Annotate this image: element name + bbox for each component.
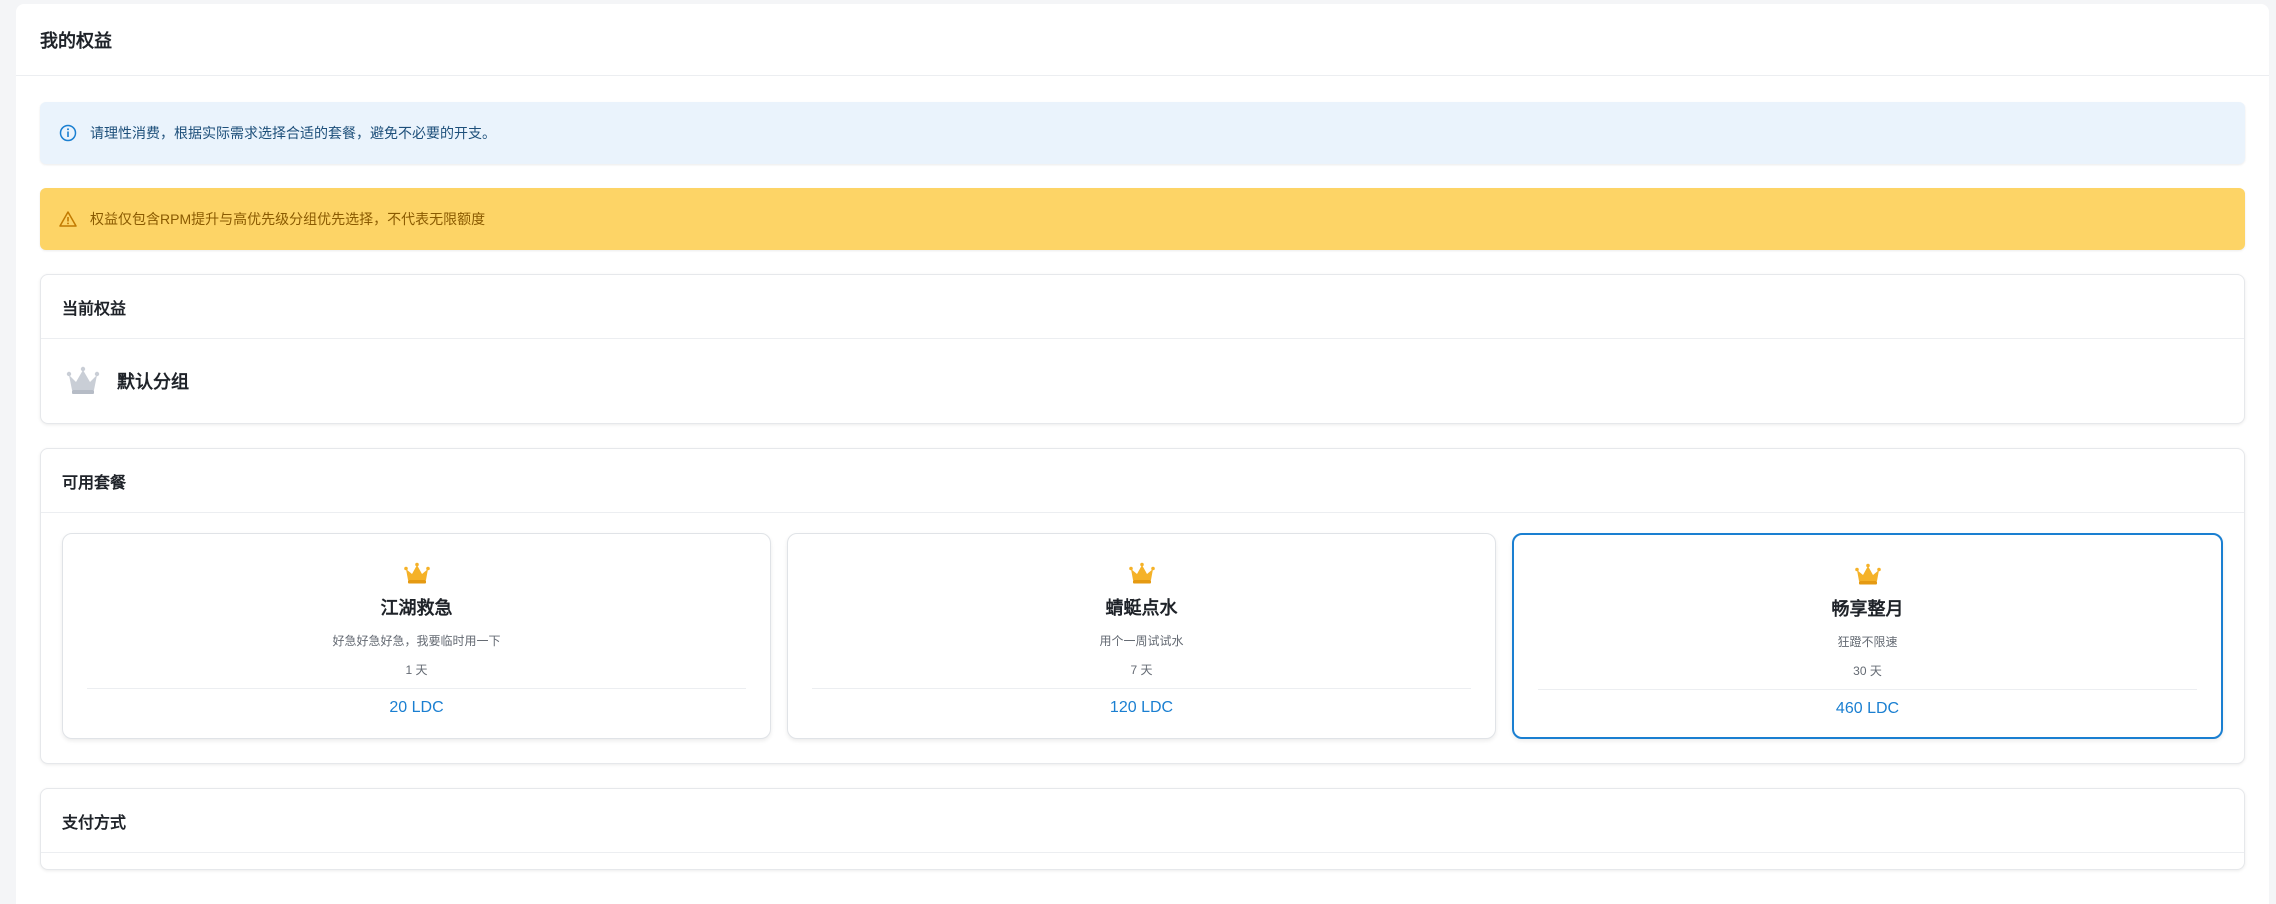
plan-duration: 7 天	[1130, 663, 1153, 677]
page-title: 我的权益	[40, 30, 112, 51]
page-header: 我的权益	[16, 4, 2269, 76]
payment-method-card: 支付方式	[40, 788, 2245, 870]
warning-alert: 权益仅包含RPM提升与高优先级分组优先选择，不代表无限额度	[40, 188, 2245, 250]
available-plans-header: 可用套餐	[41, 449, 2244, 513]
plan-price: 20 LDC	[389, 699, 444, 716]
plan-price: 120 LDC	[1109, 699, 1174, 716]
warning-icon	[58, 209, 78, 229]
page-content: 请理性消费，根据实际需求选择合适的套餐，避免不必要的开支。 权益仅包含RPM提升…	[40, 102, 2245, 870]
payment-method-header: 支付方式	[41, 789, 2244, 853]
plan-description: 狂蹬不限速	[1837, 635, 1898, 649]
crown-icon	[403, 560, 431, 588]
info-icon	[58, 123, 78, 143]
plan-duration: 30 天	[1853, 664, 1882, 678]
plan-card-monthly[interactable]: 畅享整月 狂蹬不限速 30 天 460 LDC	[1512, 533, 2223, 739]
info-alert: 请理性消费，根据实际需求选择合适的套餐，避免不必要的开支。	[40, 102, 2245, 164]
plan-divider	[812, 688, 1471, 689]
crown-icon	[65, 363, 101, 399]
plans-list: 江湖救急 好急好急好急，我要临时用一下 1 天 20 LDC 蜻蜓点水 用个一周…	[41, 513, 2244, 763]
current-benefits-card: 当前权益 默认分组	[40, 274, 2245, 424]
plan-divider	[1538, 689, 2197, 690]
plan-card-rescue[interactable]: 江湖救急 好急好急好急，我要临时用一下 1 天 20 LDC	[62, 533, 771, 739]
plan-description: 好急好急好急，我要临时用一下	[332, 634, 501, 648]
plan-duration: 1 天	[405, 663, 428, 677]
plan-card-trial[interactable]: 蜻蜓点水 用个一周试试水 7 天 120 LDC	[787, 533, 1496, 739]
crown-icon	[1854, 561, 1882, 589]
current-benefits-header: 当前权益	[41, 275, 2244, 339]
plan-description: 用个一周试试水	[1099, 634, 1184, 648]
warning-alert-text: 权益仅包含RPM提升与高优先级分组优先选择，不代表无限额度	[90, 211, 486, 227]
plan-name: 江湖救急	[380, 598, 453, 618]
current-benefits-body: 默认分组	[41, 339, 2244, 423]
plan-name: 蜻蜓点水	[1105, 598, 1178, 618]
available-plans-card: 可用套餐 江湖救急 好急好急好急，我要临时用一下 1 天 20 LDC 蜻蜓点水…	[40, 448, 2245, 764]
plan-price: 460 LDC	[1835, 700, 1900, 717]
plan-name: 畅享整月	[1831, 599, 1904, 619]
plan-divider	[87, 688, 746, 689]
current-group-name: 默认分组	[117, 372, 189, 392]
info-alert-text: 请理性消费，根据实际需求选择合适的套餐，避免不必要的开支。	[90, 125, 496, 141]
benefits-page: 我的权益 请理性消费，根据实际需求选择合适的套餐，避免不必要的开支。 权益仅包含…	[16, 4, 2269, 904]
crown-icon	[1128, 560, 1156, 588]
